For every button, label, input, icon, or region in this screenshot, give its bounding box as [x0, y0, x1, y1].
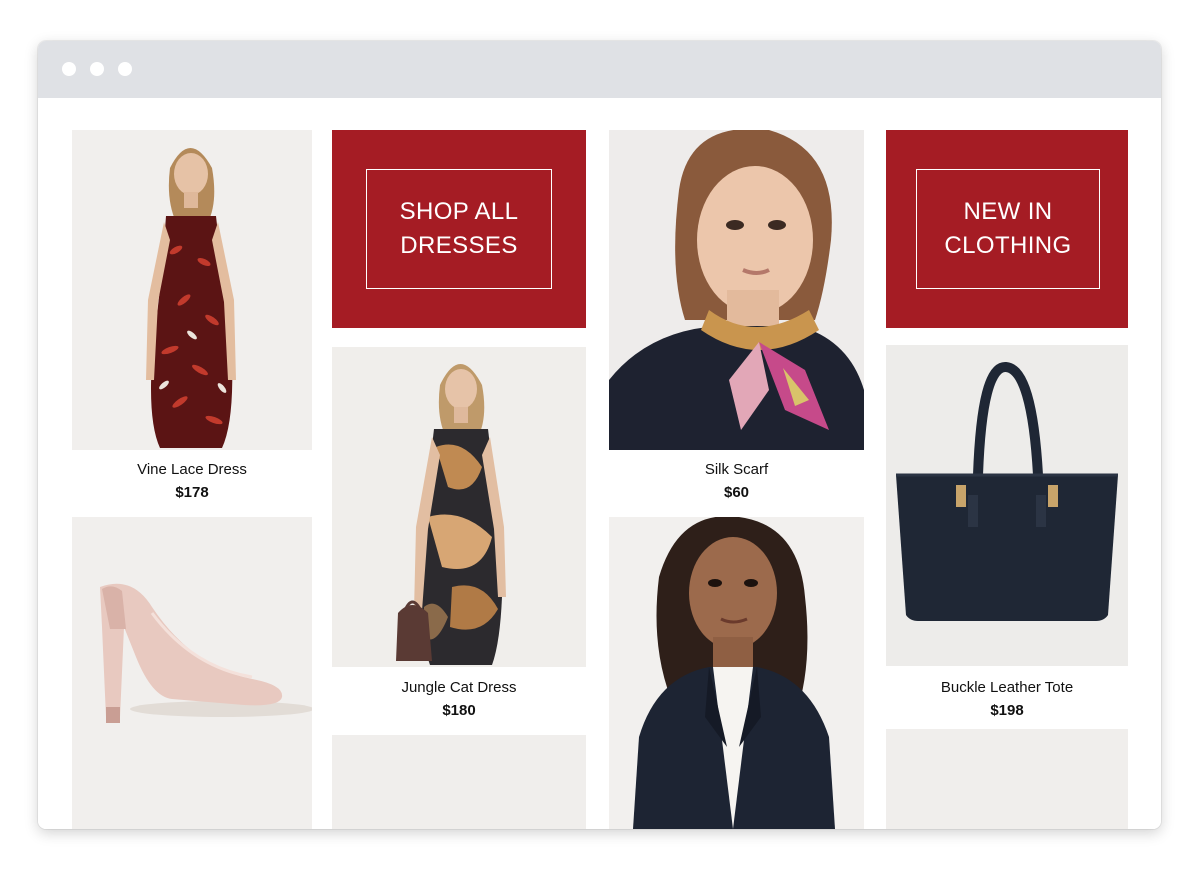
browser-window: Vine Lace Dress $178 SHOP ALL DRESSES Ju… — [38, 41, 1161, 829]
promo-label: NEW IN CLOTHING — [944, 198, 1072, 259]
promo-label: SHOP ALL DRESSES — [399, 198, 519, 259]
product-image-placeholder[interactable] — [886, 729, 1128, 829]
product-image-buckle-leather-tote[interactable] — [886, 345, 1128, 666]
new-in-clothing-banner[interactable]: NEW IN CLOTHING — [886, 130, 1128, 328]
promo-frame: NEW IN CLOTHING — [916, 169, 1100, 289]
product-grid: Vine Lace Dress $178 SHOP ALL DRESSES Ju… — [38, 98, 1161, 829]
window-control-dot[interactable] — [62, 62, 76, 76]
product-image-blazer[interactable] — [609, 517, 864, 829]
promo-frame: SHOP ALL DRESSES — [366, 169, 552, 289]
window-control-dot[interactable] — [90, 62, 104, 76]
product-name[interactable]: Silk Scarf — [609, 460, 864, 480]
product-image-vine-lace-dress[interactable] — [72, 130, 312, 450]
product-name[interactable]: Jungle Cat Dress — [332, 678, 586, 698]
product-caption: Vine Lace Dress $178 — [72, 460, 312, 503]
tote-bag-image — [886, 345, 1128, 666]
product-price: $198 — [990, 702, 1024, 719]
scarf-model-image — [609, 130, 864, 450]
blazer-model-image — [609, 517, 864, 829]
product-image-jungle-cat-dress[interactable] — [332, 347, 586, 667]
product-image-silk-scarf[interactable] — [609, 130, 864, 450]
shoe-image — [72, 517, 312, 829]
product-caption: Buckle Leather Tote $198 — [886, 678, 1128, 721]
shop-all-dresses-banner[interactable]: SHOP ALL DRESSES — [332, 130, 586, 328]
browser-titlebar — [38, 41, 1161, 98]
product-price: $178 — [175, 484, 209, 501]
product-image-placeholder[interactable] — [332, 735, 586, 829]
product-price: $180 — [442, 702, 476, 719]
product-caption: Jungle Cat Dress $180 — [332, 678, 586, 721]
window-control-dot[interactable] — [118, 62, 132, 76]
dress-model-image — [332, 347, 586, 667]
product-image-pink-heel[interactable] — [72, 517, 312, 829]
product-caption: Silk Scarf $60 — [609, 460, 864, 503]
dress-model-image — [72, 130, 312, 450]
product-name[interactable]: Vine Lace Dress — [72, 460, 312, 480]
product-name[interactable]: Buckle Leather Tote — [886, 678, 1128, 698]
product-price: $60 — [723, 484, 750, 501]
